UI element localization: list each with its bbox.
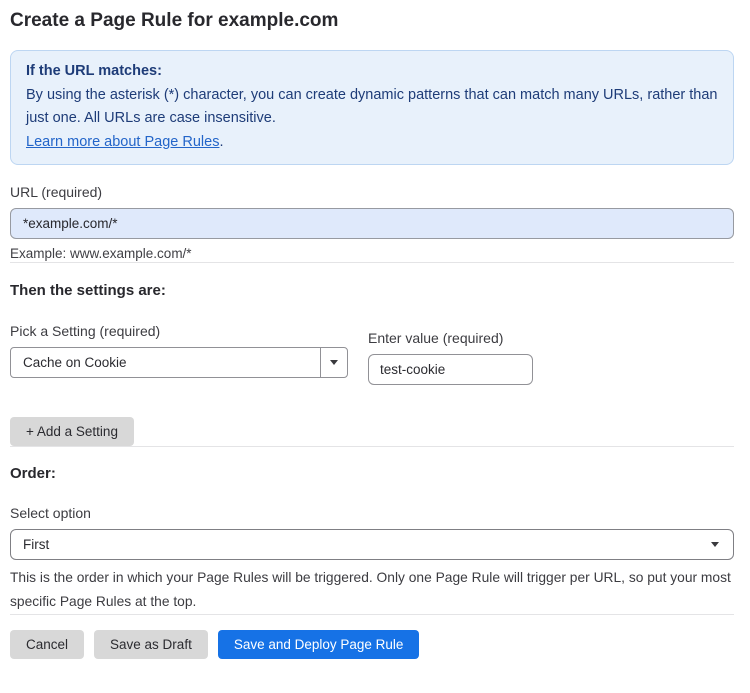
divider [10,446,734,447]
learn-more-link[interactable]: Learn more about Page Rules [26,134,219,150]
setting-column: Pick a Setting (required) Cache on Cooki… [10,323,348,378]
setting-value-input[interactable] [368,354,533,385]
cancel-button[interactable]: Cancel [10,630,85,659]
info-box-heading: If the URL matches: [26,63,162,79]
value-column: Enter value (required) [368,330,533,385]
url-match-info-box: If the URL matches: By using the asteris… [10,50,734,165]
info-box-link-line: Learn more about Page Rules. [26,131,718,155]
order-heading: Order: [10,465,56,482]
setting-dropdown[interactable]: Cache on Cookie [10,347,348,378]
url-example-hint: Example: www.example.com/* [10,246,192,261]
chevron-down-icon [330,360,338,365]
order-select-value: First [23,537,50,552]
link-suffix: . [219,133,224,150]
save-draft-button[interactable]: Save as Draft [94,630,208,659]
settings-heading: Then the settings are: [10,282,166,299]
setting-dropdown-value: Cache on Cookie [23,355,127,370]
divider [10,614,734,615]
add-setting-button[interactable]: + Add a Setting [10,417,134,446]
order-select-label: Select option [10,505,91,521]
setting-label: Pick a Setting (required) [10,323,161,339]
setting-dropdown-arrow-button[interactable] [320,348,347,377]
page-rule-form: Create a Page Rule for example.com If th… [0,0,750,659]
settings-row: Pick a Setting (required) Cache on Cooki… [10,323,734,385]
order-help-text: This is the order in which your Page Rul… [10,570,731,609]
value-label: Enter value (required) [368,330,504,346]
url-label: URL (required) [10,184,103,200]
url-input[interactable] [10,208,734,239]
info-box-body: By using the asterisk (*) character, you… [26,86,718,127]
chevron-down-icon [711,542,719,547]
order-select[interactable]: First [10,529,734,560]
page-title: Create a Page Rule for example.com [10,10,339,31]
save-deploy-button[interactable]: Save and Deploy Page Rule [217,630,420,659]
form-actions: Cancel Save as Draft Save and Deploy Pag… [10,630,734,659]
divider [10,262,734,263]
